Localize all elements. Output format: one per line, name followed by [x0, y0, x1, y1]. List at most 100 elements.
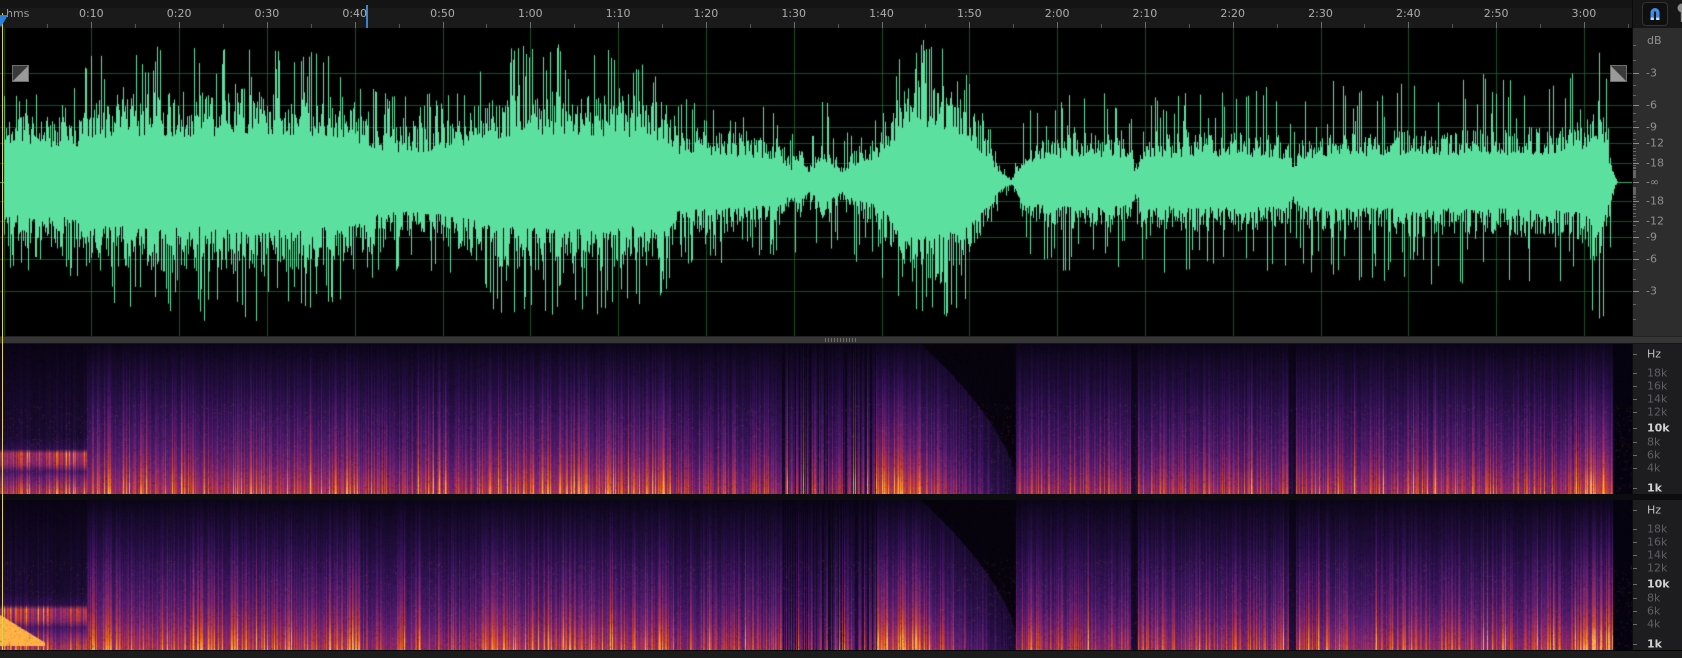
timeline-tick-label: 1:00 — [518, 7, 543, 20]
db-scale-label: -∞ — [1646, 176, 1659, 189]
db-scale-label: -9 — [1646, 231, 1657, 244]
db-scale-tick — [1633, 237, 1639, 238]
db-scale-minor-tick — [1633, 148, 1636, 149]
freq-scale-tick — [1633, 468, 1637, 469]
db-scale-minor-tick — [1633, 187, 1636, 188]
db-scale-minor-tick — [1633, 319, 1636, 320]
db-scale-minor-tick — [1633, 151, 1636, 152]
db-scale-tick — [1633, 182, 1639, 183]
waveform-display[interactable] — [0, 28, 1632, 336]
db-scale-label: -6 — [1646, 99, 1657, 112]
freq-scale-label: 12k — [1647, 562, 1667, 575]
db-scale-minor-tick — [1633, 45, 1636, 46]
snap-toggle-button[interactable] — [1642, 2, 1668, 26]
playhead-line[interactable] — [2, 13, 3, 650]
freq-scale-label: 16k — [1647, 380, 1667, 393]
db-scale-label: -12 — [1646, 215, 1664, 228]
freq-scale-label: 4k — [1647, 462, 1660, 475]
magnet-icon — [1647, 6, 1663, 22]
db-scale-minor-tick — [1633, 85, 1636, 86]
frequency-scale-right[interactable]: Hz18k16k14k12k10k8k6k4k1k — [1632, 500, 1682, 650]
ruler-top-strip — [0, 0, 1632, 8]
fade-in-handle[interactable] — [12, 65, 29, 82]
db-scale-minor-tick — [1633, 279, 1636, 280]
timeline-tick-label: 2:30 — [1308, 7, 1333, 20]
spectrogram-left-channel[interactable] — [0, 344, 1632, 494]
freq-scale-label: 8k — [1647, 436, 1660, 449]
freq-scale-tick — [1633, 399, 1637, 400]
freq-scale-label: 14k — [1647, 549, 1667, 562]
db-scale-minor-tick — [1633, 243, 1636, 244]
freq-scale-label: 16k — [1647, 536, 1667, 549]
db-scale-minor-tick — [1633, 133, 1636, 134]
toolbar-corner — [1632, 0, 1682, 29]
freq-scale-label: 14k — [1647, 393, 1667, 406]
fade-out-handle[interactable] — [1610, 65, 1627, 82]
db-scale-tick — [1633, 73, 1639, 74]
db-scale-tick — [1633, 163, 1639, 164]
timeline-tick-label: 2:20 — [1220, 7, 1245, 20]
db-scale-label: -9 — [1646, 121, 1657, 134]
freq-scale-label: 4k — [1647, 618, 1660, 631]
timeline-tick-label: 3:00 — [1572, 7, 1597, 20]
db-scale-minor-tick — [1633, 269, 1636, 270]
db-scale-minor-tick — [1633, 206, 1636, 207]
db-scale-minor-tick — [1633, 192, 1636, 193]
db-scale-minor-tick — [1633, 231, 1636, 232]
db-scale-minor-tick — [1633, 189, 1636, 190]
spectrogram-right-channel[interactable] — [0, 500, 1632, 650]
timeline-tick-label: 2:50 — [1484, 7, 1509, 20]
amplitude-db-scale[interactable]: dB-3-6-9-12-18-∞-18-12-9-6-3 — [1632, 28, 1682, 336]
timeline-tick-label: 1:40 — [869, 7, 894, 20]
db-scale-minor-tick — [1633, 194, 1636, 195]
freq-scale-tick — [1633, 611, 1637, 612]
freq-scale-label: 10k — [1647, 422, 1670, 435]
freq-scale-tick — [1633, 442, 1637, 443]
freq-scale-label: 6k — [1647, 605, 1660, 618]
db-scale-tick — [1633, 291, 1639, 292]
db-scale-tick — [1633, 143, 1639, 144]
db-scale-tick — [1633, 105, 1639, 106]
freq-scale-tick — [1633, 529, 1637, 530]
timeline-tick-label: 1:10 — [606, 7, 631, 20]
freq-scale-label: 18k — [1647, 367, 1667, 380]
freq-scale-header: Hz — [1647, 348, 1661, 361]
freq-scale-label: 8k — [1647, 592, 1660, 605]
db-scale-label: -6 — [1646, 253, 1657, 266]
freq-scale-tick — [1633, 354, 1637, 355]
db-scale-minor-tick — [1633, 204, 1636, 205]
db-scale-label: -18 — [1646, 195, 1664, 208]
timeline-ruler[interactable]: hms 0:100:200:300:400:501:001:101:201:30… — [0, 0, 1632, 29]
audio-editor-window: hms 0:100:200:300:400:501:001:101:201:30… — [0, 0, 1682, 658]
db-scale-minor-tick — [1633, 197, 1636, 198]
db-scale-minor-tick — [1633, 155, 1636, 156]
marker-tool-icon — [1674, 3, 1682, 25]
timeline-tick-label: 1:30 — [781, 7, 806, 20]
db-scale-minor-tick — [1633, 216, 1636, 217]
db-scale-tick — [1633, 259, 1639, 260]
timeline-tick-label: 2:40 — [1396, 7, 1421, 20]
db-scale-minor-tick — [1633, 60, 1636, 61]
freq-scale-tick — [1633, 510, 1637, 511]
freq-scale-tick — [1633, 428, 1637, 429]
db-scale-minor-tick — [1633, 193, 1636, 194]
freq-scale-label: 1k — [1647, 638, 1662, 651]
timeline-tick-label: 1:20 — [694, 7, 719, 20]
db-scale-minor-tick — [1633, 213, 1636, 214]
freq-scale-tick — [1633, 598, 1637, 599]
bottom-strip — [0, 650, 1682, 658]
splitter-grip — [824, 338, 858, 342]
frequency-scale-left[interactable]: Hz18k16k14k12k10k8k6k4k1k — [1632, 344, 1682, 494]
db-scale-minor-tick — [1633, 191, 1636, 192]
freq-scale-label: 12k — [1647, 406, 1667, 419]
timeline-tick-label: 0:40 — [342, 7, 367, 20]
db-scale-minor-tick — [1633, 158, 1636, 159]
playhead-handle[interactable] — [0, 15, 8, 27]
timeline-tick-label: 0:50 — [430, 7, 455, 20]
db-scale-minor-tick — [1633, 177, 1636, 178]
panel-splitter[interactable] — [0, 336, 1682, 344]
freq-scale-tick — [1633, 584, 1637, 585]
db-scale-tick — [1633, 127, 1639, 128]
db-scale-label: -3 — [1646, 67, 1657, 80]
db-scale-minor-tick — [1633, 188, 1636, 189]
